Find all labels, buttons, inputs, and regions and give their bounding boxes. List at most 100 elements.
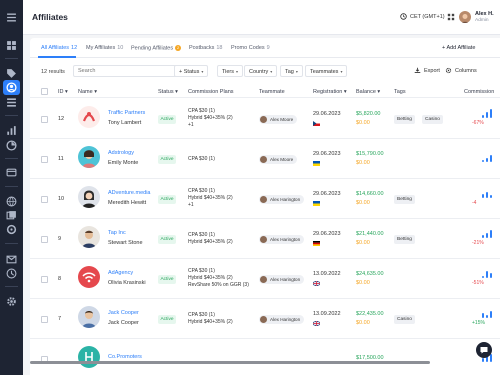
analytics-icon[interactable] (6, 140, 17, 151)
commission-sparkline (482, 308, 500, 318)
balance-approved: $5,820.00 (356, 111, 381, 117)
filter-status[interactable]: + Status ▾ (174, 65, 209, 77)
row-checkbox[interactable] (41, 156, 48, 163)
filter-tag[interactable]: Tag ▾ (280, 65, 303, 77)
affiliate-company-link[interactable]: Jack Cooper (108, 310, 139, 316)
teammate-chip[interactable]: Alex Moore (259, 155, 298, 164)
sidebar-divider (5, 286, 18, 287)
avatar[interactable] (459, 11, 471, 23)
affiliate-company-link[interactable]: AdAgency (108, 270, 133, 276)
commission-plan[interactable]: +1 (188, 122, 194, 129)
tab-pending-affiliates[interactable]: Pending Affiliates 2 (131, 45, 182, 51)
col-status[interactable]: Status ▾ (158, 89, 178, 95)
media-icon[interactable] (6, 210, 17, 221)
list-icon[interactable] (6, 97, 17, 108)
sidebar-divider (5, 58, 18, 59)
row-checkbox[interactable] (41, 276, 48, 283)
col-name[interactable]: Name ▾ (78, 89, 97, 95)
chat-support-button[interactable] (476, 342, 492, 358)
table-row[interactable]: 9 Tap Inc Stewart Stone Active CPA $30 (1) Hy… (30, 219, 500, 259)
affiliates-icon[interactable] (6, 82, 17, 93)
menu-icon[interactable] (6, 12, 17, 23)
page-title: Affiliates (32, 12, 68, 22)
row-checkbox[interactable] (41, 316, 48, 323)
table-row[interactable]: 7 Jack Cooper Jack Cooper Active CPA $30 (1)… (30, 299, 500, 339)
registration-date: 29.06.2023 (313, 151, 341, 157)
teammate-chip[interactable]: Alex Harington (259, 315, 305, 324)
history-icon[interactable] (6, 268, 17, 279)
timezone-selector[interactable]: CET (GMT+1) (400, 13, 445, 20)
gear-icon (445, 67, 452, 74)
commission-change: +15% (472, 320, 485, 326)
tag-icon[interactable] (6, 68, 17, 79)
table-header: ID ▾ Name ▾ Status ▾ Commission Plans Te… (30, 84, 500, 98)
table-row[interactable]: 11 Adstrology Emily Monte Active CPA $30 (1)… (30, 139, 500, 179)
columns-button[interactable]: Columns (445, 67, 477, 74)
row-checkbox[interactable] (41, 236, 48, 243)
col-commission-plans[interactable]: Commission Plans (188, 89, 234, 95)
affiliate-id: 9 (58, 236, 62, 242)
tab-promo-codes[interactable]: Promo Codes 9 (231, 45, 270, 51)
balance-pending: $0.00 (356, 280, 370, 286)
select-all-checkbox[interactable] (41, 88, 48, 95)
commission-plan: CPA $30 (1) (188, 232, 215, 238)
export-button[interactable]: Export (414, 67, 440, 74)
sidebar (0, 0, 23, 375)
horizontal-scrollbar[interactable] (30, 361, 430, 364)
tab-my-affiliates[interactable]: My Affiliates 10 (86, 45, 123, 51)
add-affiliate-button[interactable]: + Add Affiliate (442, 45, 475, 51)
filter-teammates[interactable]: Teammates ▾ (305, 65, 348, 77)
reports-chart-icon[interactable] (6, 125, 17, 136)
registration-date: 29.06.2023 (313, 231, 341, 237)
gear-icon[interactable] (6, 296, 17, 307)
tag-chip: Betting (394, 235, 415, 244)
grid-apps-icon[interactable] (447, 13, 455, 21)
table-row[interactable]: Co.Promoters $17,500.00 (30, 339, 500, 375)
globe-icon[interactable] (6, 196, 17, 207)
affiliate-logo (78, 266, 100, 288)
app-root: Affiliates CET (GMT+1) Alex H. Admin All… (0, 0, 500, 375)
affiliate-company-link[interactable]: Adstrology (108, 150, 134, 156)
pending-count-badge: 2 (175, 45, 182, 51)
table-row[interactable]: 10 ADventure.media Meredith Hewitt Active CP… (30, 179, 500, 219)
teammate-chip[interactable]: Alex Harington (259, 195, 305, 204)
tab-postbacks[interactable]: Postbacks 18 (189, 45, 223, 51)
row-checkbox[interactable] (41, 116, 48, 123)
mail-icon[interactable] (6, 254, 17, 265)
sidebar-divider (5, 115, 18, 116)
balance-pending: $0.00 (356, 240, 370, 246)
col-teammate[interactable]: Teammate (259, 89, 285, 95)
row-checkbox[interactable] (41, 196, 48, 203)
commission-sparkline (482, 268, 500, 278)
col-id[interactable]: ID ▾ (58, 89, 68, 95)
table-row[interactable]: 12 Traffic Partners Tony Lambert Active CPA … (30, 99, 500, 139)
settings-cog-icon[interactable] (6, 224, 17, 235)
table-row[interactable]: 8 AdAgency Olivia Krasinski Active CPA $30 (… (30, 259, 500, 299)
tag-chip: Betting (394, 195, 415, 204)
commission-plan[interactable]: +1 (188, 202, 194, 209)
col-commission[interactable]: Commission (464, 89, 494, 95)
affiliate-company-link[interactable]: ADventure.media (108, 190, 151, 196)
teammate-avatar (260, 236, 267, 243)
filter-country[interactable]: Country ▾ (244, 65, 278, 77)
teammate-chip[interactable]: Alex Harington (259, 275, 305, 284)
col-tags[interactable]: Tags (394, 89, 406, 95)
tab-all-affiliates[interactable]: All Affiliates 12 (41, 45, 77, 51)
affiliate-company-link[interactable]: Co.Promoters (108, 354, 142, 360)
affiliate-logo (78, 106, 100, 128)
status-badge: Active (158, 155, 176, 164)
payments-card-icon[interactable] (6, 167, 17, 178)
balance-pending: $0.00 (356, 120, 370, 126)
sidebar-divider (5, 186, 18, 187)
download-icon (414, 67, 421, 74)
affiliate-company-link[interactable]: Tap Inc (108, 230, 126, 236)
registration-date: 29.06.2023 (313, 191, 341, 197)
teammate-avatar (260, 156, 267, 163)
affiliate-company-link[interactable]: Traffic Partners (108, 110, 145, 116)
teammate-chip[interactable]: Alex Moore (259, 115, 298, 124)
dashboard-icon[interactable] (6, 40, 17, 51)
col-registration[interactable]: Registration ▾ (313, 89, 347, 95)
filter-tiers[interactable]: Tiers ▾ (217, 65, 244, 77)
teammate-chip[interactable]: Alex Harington (259, 235, 305, 244)
col-balance[interactable]: Balance ▾ (356, 89, 380, 95)
